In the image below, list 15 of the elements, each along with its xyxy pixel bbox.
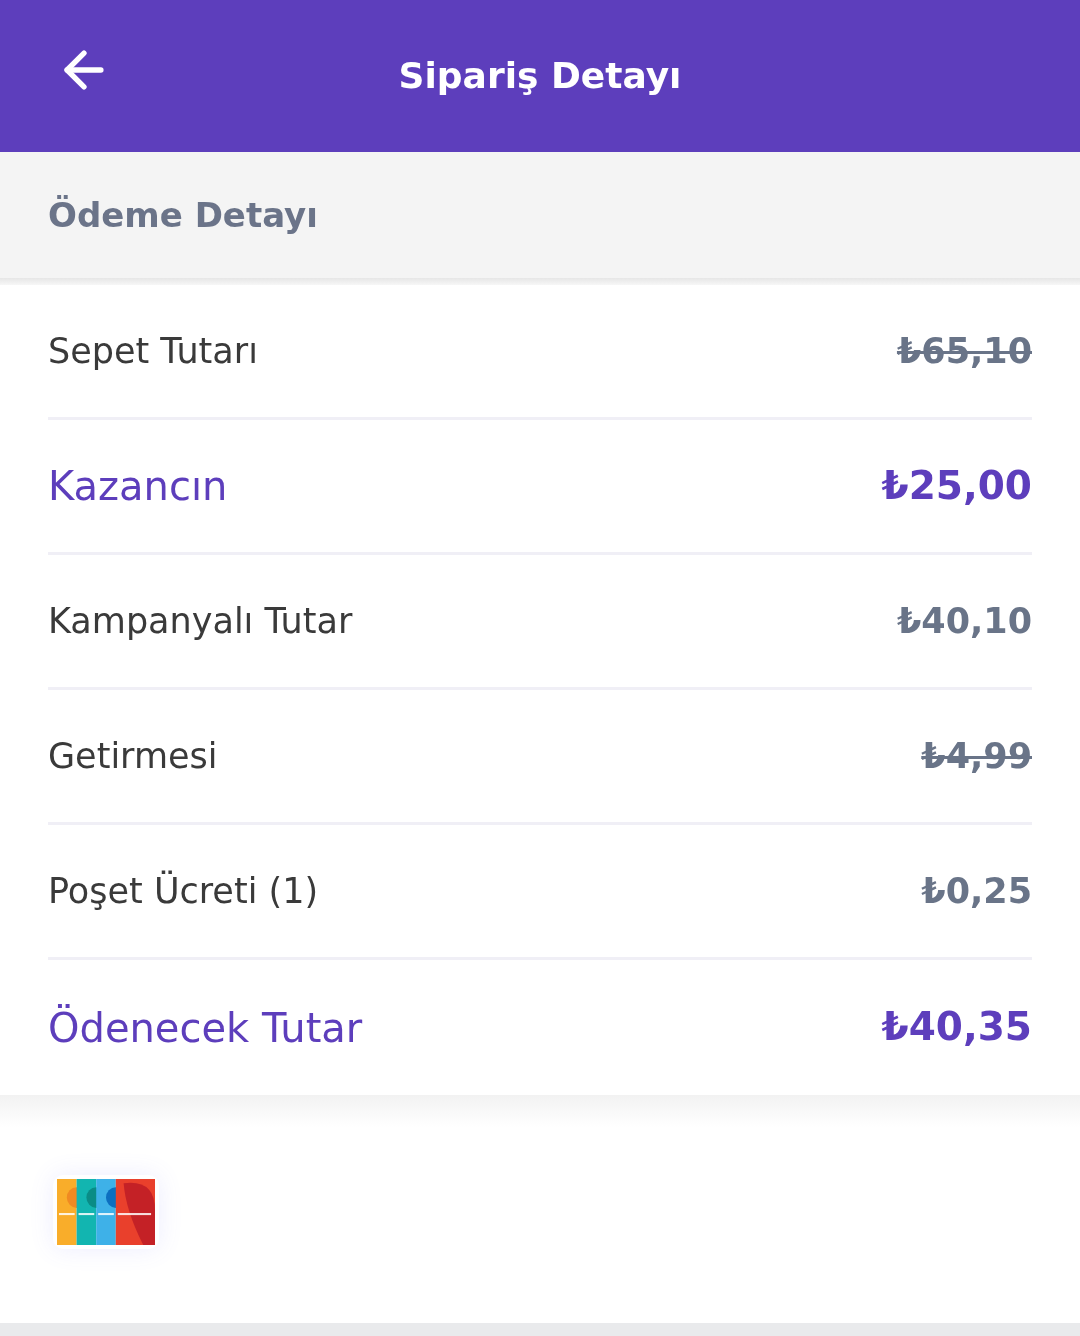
section-title: Ödeme Detayı [48,193,318,237]
price-value: ₺40,35 [881,1003,1032,1052]
price-label: Poşet Ücreti (1) [48,869,319,913]
price-value: ₺0,25 [921,869,1032,913]
price-value: ₺4,99 [921,734,1032,778]
price-value: ₺40,10 [896,599,1032,643]
price-value: ₺65,10 [896,329,1032,373]
price-label: Kampanyalı Tutar [48,599,353,643]
cards-icon [53,1175,159,1249]
page-title: Sipariş Detayı [398,58,682,94]
price-label: Sepet Tutarı [48,329,258,373]
price-label: Ödenecek Tutar [48,1003,363,1053]
price-value: ₺25,00 [881,461,1032,510]
price-label: Kazancın [48,462,228,511]
price-label: Getirmesi [48,734,218,778]
